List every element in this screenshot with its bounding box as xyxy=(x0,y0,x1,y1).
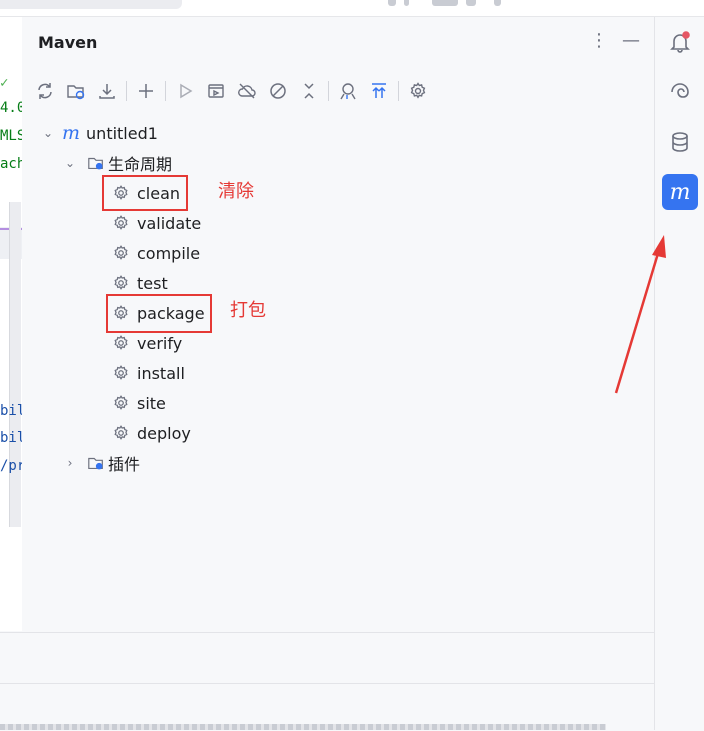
gear-icon xyxy=(111,213,131,233)
editor-scrollbar[interactable] xyxy=(9,202,21,527)
code-fragment: /pr xyxy=(0,458,23,474)
toolbar-separator xyxy=(398,81,399,101)
maven-toolbar xyxy=(32,77,436,105)
annotation-clean: 清除 xyxy=(218,181,254,202)
top-tab-strip xyxy=(0,0,704,17)
code-fragment: MLS xyxy=(0,128,23,144)
database-icon[interactable] xyxy=(663,125,697,159)
tree-goal-compile[interactable]: compile xyxy=(111,238,200,268)
offline-icon[interactable] xyxy=(234,78,260,104)
collapse-icon[interactable] xyxy=(296,78,322,104)
goal-label: verify xyxy=(137,333,183,353)
settings-icon[interactable] xyxy=(405,78,431,104)
bottom-panel xyxy=(0,632,654,684)
panel-title: Maven xyxy=(38,33,98,52)
toolbar-separator xyxy=(126,81,127,101)
editor-tab[interactable] xyxy=(0,0,182,9)
notifications-icon[interactable] xyxy=(663,25,697,59)
gear-icon xyxy=(111,363,131,383)
highlight-box-package xyxy=(106,294,212,333)
status-text xyxy=(0,724,606,730)
minimize-icon[interactable]: — xyxy=(622,31,640,51)
title-fragment xyxy=(404,0,409,6)
code-fragment: bil xyxy=(0,430,23,446)
goal-label: deploy xyxy=(137,423,191,443)
skip-tests-icon[interactable] xyxy=(265,78,291,104)
generate-sources-icon[interactable] xyxy=(63,78,89,104)
tree-lifecycle-node[interactable]: ⌄ 生命周期 xyxy=(62,148,172,178)
reload-icon[interactable] xyxy=(32,78,58,104)
annotation-package: 打包 xyxy=(230,300,266,321)
goal-label: test xyxy=(137,273,168,293)
chevron-down-icon[interactable]: ⌄ xyxy=(40,126,56,140)
run-icon[interactable] xyxy=(172,78,198,104)
code-fragment: ach xyxy=(0,156,23,172)
folder-settings-icon xyxy=(86,453,106,473)
chevron-right-icon[interactable]: › xyxy=(62,456,78,470)
folder-settings-icon xyxy=(86,153,106,173)
run-config-icon[interactable] xyxy=(203,78,229,104)
tree-goal-site[interactable]: site xyxy=(111,388,166,418)
goal-label: install xyxy=(137,363,185,383)
maven-logo-icon: m xyxy=(669,179,691,205)
title-fragment xyxy=(388,0,396,6)
goal-label: validate xyxy=(137,213,202,233)
goal-label: compile xyxy=(137,243,201,263)
lifecycle-label: 生命周期 xyxy=(108,155,173,174)
expand-all-icon[interactable] xyxy=(366,78,392,104)
goal-label: site xyxy=(137,393,166,413)
right-toolbar: m xyxy=(654,17,704,730)
analyze-dependencies-icon[interactable] xyxy=(335,78,361,104)
tree-goal-deploy[interactable]: deploy xyxy=(111,418,191,448)
add-icon[interactable] xyxy=(133,78,159,104)
ai-assistant-icon[interactable] xyxy=(663,75,697,109)
gear-icon xyxy=(111,333,131,353)
plugins-label: 插件 xyxy=(108,455,141,474)
tree-goal-validate[interactable]: validate xyxy=(111,208,201,238)
check-icon: ✓ xyxy=(0,75,9,91)
toolbar-separator xyxy=(328,81,329,101)
chevron-down-icon[interactable]: ⌄ xyxy=(62,156,78,170)
download-icon[interactable] xyxy=(94,78,120,104)
title-fragment xyxy=(432,0,458,6)
gear-icon xyxy=(111,243,131,263)
toolbar-separator xyxy=(165,81,166,101)
status-area xyxy=(0,683,654,731)
project-label: untitled1 xyxy=(86,123,158,143)
editor-pane[interactable]: ✓ 4.0 MLS ach bil bil /pr xyxy=(0,17,23,631)
highlight-box-clean xyxy=(102,175,188,211)
tree-plugins-node[interactable]: › 插件 xyxy=(62,448,140,478)
gear-icon xyxy=(111,273,131,293)
maven-icon[interactable]: m xyxy=(662,174,698,210)
maven-logo-icon: m xyxy=(62,122,81,144)
title-fragment xyxy=(494,0,501,6)
tree-project-node[interactable]: ⌄ m untitled1 xyxy=(40,118,158,148)
gear-icon xyxy=(111,393,131,413)
maven-panel: Maven ⋮ — ⌄ m untitled1 ⌄ 生命周期 clean val… xyxy=(22,17,654,632)
code-fragment: bil xyxy=(0,403,23,419)
tree-goal-install[interactable]: install xyxy=(111,358,185,388)
code-fragment: 4.0 xyxy=(0,100,23,116)
gear-icon xyxy=(111,423,131,443)
panel-actions: ⋮ — xyxy=(590,31,640,51)
title-fragment xyxy=(466,0,476,6)
more-vertical-icon[interactable]: ⋮ xyxy=(590,31,608,51)
